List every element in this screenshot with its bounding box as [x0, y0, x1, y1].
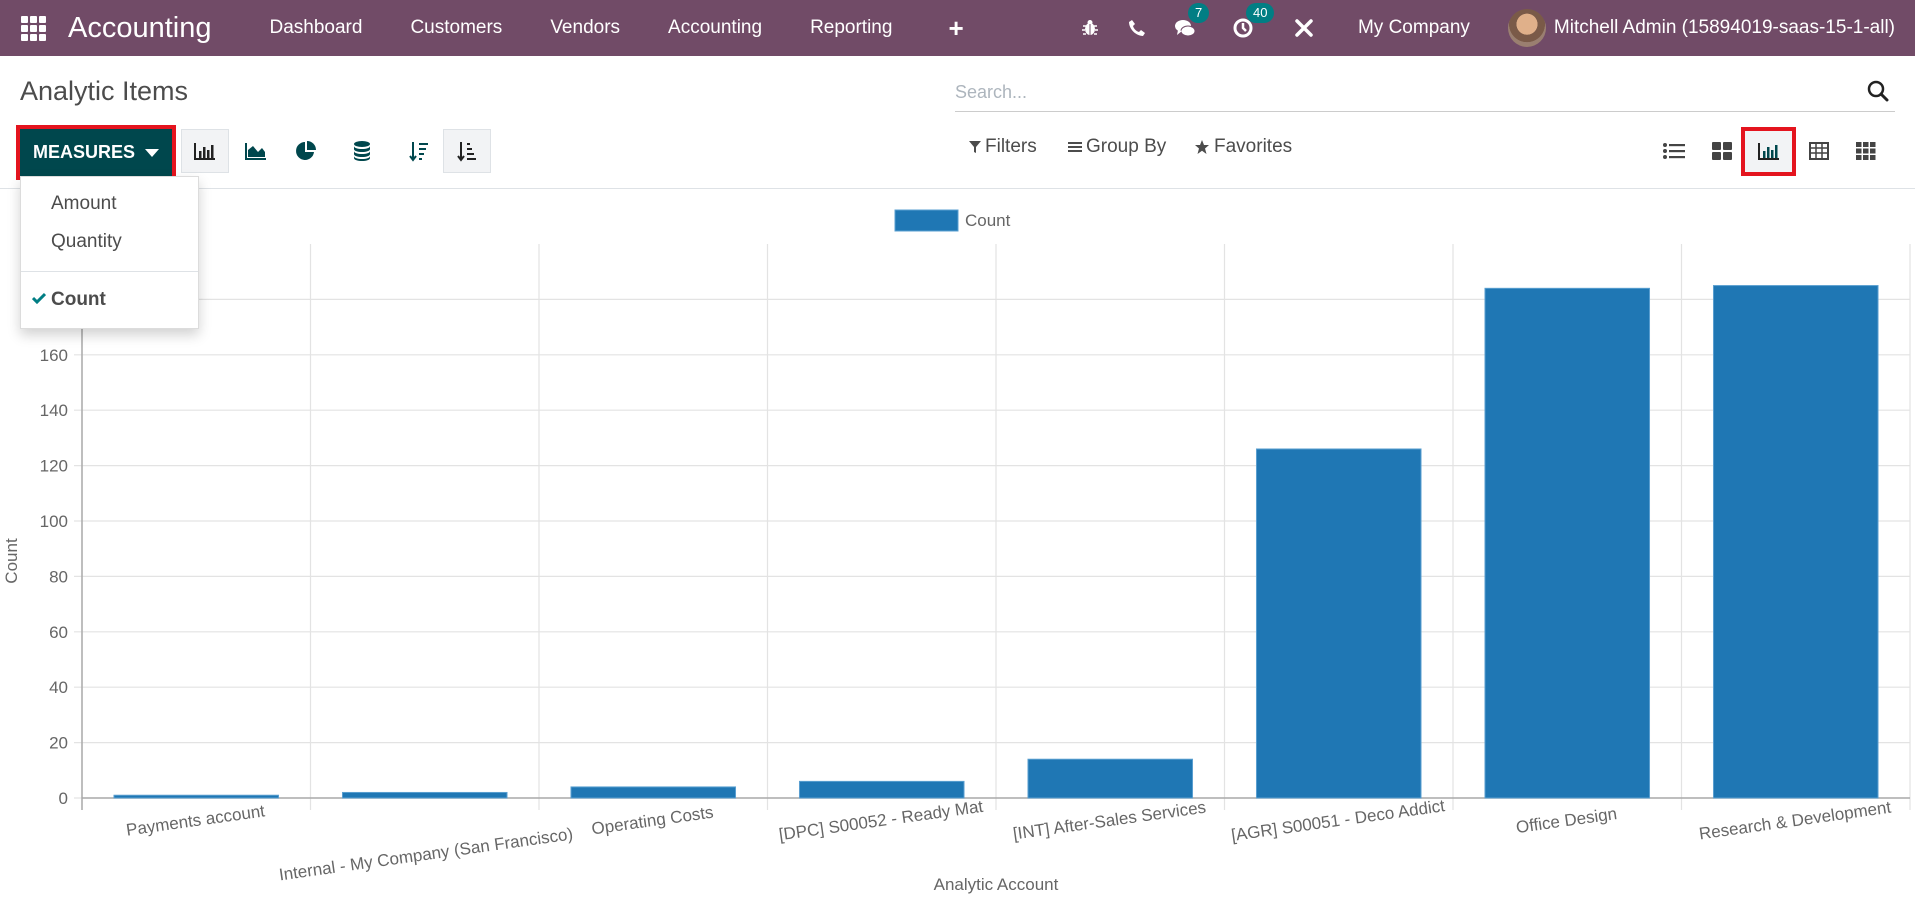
- app-menu-icon[interactable]: [20, 15, 46, 41]
- sort-ascending-button[interactable]: [443, 129, 491, 173]
- messages-badge: 7: [1187, 3, 1210, 23]
- measure-amount[interactable]: Amount: [51, 193, 116, 215]
- bar: [798, 780, 965, 799]
- sort-descending-icon: [409, 142, 428, 162]
- x-tick-label: Operating Costs: [590, 803, 714, 839]
- grid-view-button[interactable]: [1842, 129, 1890, 173]
- x-tick-label: [DPC] S00052 - Ready Mat: [778, 797, 985, 845]
- search-input[interactable]: [955, 82, 1855, 103]
- x-tick-label: [AGR] S00051 - Deco Addict: [1230, 796, 1446, 845]
- bar: [113, 794, 280, 799]
- bars-icon: [1068, 142, 1082, 152]
- x-axis-title: Analytic Account: [934, 875, 1059, 894]
- group-by-button[interactable]: Group By: [1068, 136, 1166, 158]
- y-tick-label: 100: [40, 512, 68, 531]
- sort-descending-button[interactable]: [395, 129, 443, 173]
- bar: [1712, 285, 1879, 799]
- y-tick-label: 0: [59, 789, 68, 808]
- legend-label: Count: [965, 211, 1011, 230]
- pie-chart-button[interactable]: [282, 129, 330, 173]
- search-bar: [955, 74, 1895, 112]
- list-icon: [1663, 143, 1685, 159]
- x-tick-label: Office Design: [1515, 804, 1618, 837]
- y-tick-label: 20: [49, 734, 68, 753]
- phone-icon[interactable]: [1128, 19, 1146, 37]
- list-view-button[interactable]: [1650, 129, 1698, 173]
- menu-reporting[interactable]: Reporting: [810, 17, 892, 39]
- messages-icon[interactable]: 7: [1174, 3, 1210, 39]
- bar: [570, 786, 737, 799]
- pie-chart-icon: [296, 141, 316, 160]
- company-switcher[interactable]: My Company: [1358, 17, 1470, 39]
- plus-icon[interactable]: +: [948, 13, 963, 44]
- menu-customers[interactable]: Customers: [410, 17, 502, 39]
- tools-icon[interactable]: [1294, 18, 1314, 38]
- grid-icon: [1856, 142, 1876, 160]
- y-tick-label: 60: [49, 623, 68, 642]
- y-axis-title: Count: [2, 538, 21, 584]
- legend-swatch: [894, 209, 959, 232]
- search-icon[interactable]: [1867, 80, 1889, 107]
- kanban-view-button[interactable]: [1698, 129, 1746, 173]
- bar: [1027, 758, 1194, 799]
- line-chart-button[interactable]: [232, 129, 280, 173]
- bar: [1255, 448, 1422, 799]
- favorites-button[interactable]: Favorites: [1194, 136, 1292, 158]
- menu-dashboard[interactable]: Dashboard: [270, 17, 363, 39]
- bar: [1484, 287, 1651, 799]
- filter-icon: [969, 141, 981, 153]
- dropdown-divider: [21, 271, 198, 272]
- measures-dropdown: Amount Quantity Count: [20, 176, 199, 329]
- y-tick-label: 160: [40, 346, 68, 365]
- bug-icon[interactable]: [1080, 18, 1100, 38]
- x-tick-label: Internal - My Company (San Francisco): [278, 824, 574, 884]
- activities-icon[interactable]: 40: [1232, 3, 1275, 39]
- user-avatar[interactable]: [1507, 9, 1546, 47]
- stacked-button[interactable]: [338, 129, 386, 173]
- x-tick-label: [INT] After-Sales Services: [1012, 798, 1207, 844]
- check-icon: [31, 291, 47, 309]
- menu-vendors[interactable]: Vendors: [550, 17, 620, 39]
- kanban-icon: [1712, 142, 1732, 160]
- database-icon: [354, 141, 370, 161]
- filters-button[interactable]: Filters: [969, 136, 1037, 158]
- app-name[interactable]: Accounting: [68, 12, 212, 45]
- star-icon: [1195, 140, 1209, 154]
- measure-count[interactable]: Count: [51, 289, 106, 311]
- x-tick-label: Research & Development: [1698, 798, 1893, 844]
- bar-chart: 020406080100120140160180Payments account…: [2, 209, 1911, 894]
- top-navbar: Accounting Dashboard Customers Vendors A…: [0, 0, 1915, 56]
- y-tick-label: 80: [49, 567, 68, 586]
- toolbar-divider: [0, 188, 1915, 189]
- bar-chart-icon: [194, 143, 215, 160]
- user-menu[interactable]: Mitchell Admin (15894019-saas-15-1-all): [1554, 17, 1895, 39]
- table-icon: [1809, 142, 1829, 160]
- y-tick-label: 120: [40, 457, 68, 476]
- measures-label: MEASURES: [32, 142, 135, 162]
- page-title: Analytic Items: [20, 76, 189, 106]
- y-tick-label: 40: [49, 678, 68, 697]
- sort-ascending-icon: [457, 142, 476, 162]
- bar-chart-button[interactable]: [181, 129, 229, 173]
- activities-badge: 40: [1245, 3, 1275, 23]
- measures-button[interactable]: MEASURES: [20, 129, 172, 176]
- y-tick-label: 140: [40, 401, 68, 420]
- x-tick-label: Payments account: [125, 801, 266, 839]
- menu-accounting[interactable]: Accounting: [668, 17, 762, 39]
- bar: [341, 791, 508, 799]
- highlight-box: [1741, 127, 1796, 176]
- measure-quantity[interactable]: Quantity: [51, 231, 122, 253]
- caret-down-icon: [145, 148, 159, 157]
- pivot-view-button[interactable]: [1795, 129, 1843, 173]
- area-chart-icon: [245, 143, 266, 160]
